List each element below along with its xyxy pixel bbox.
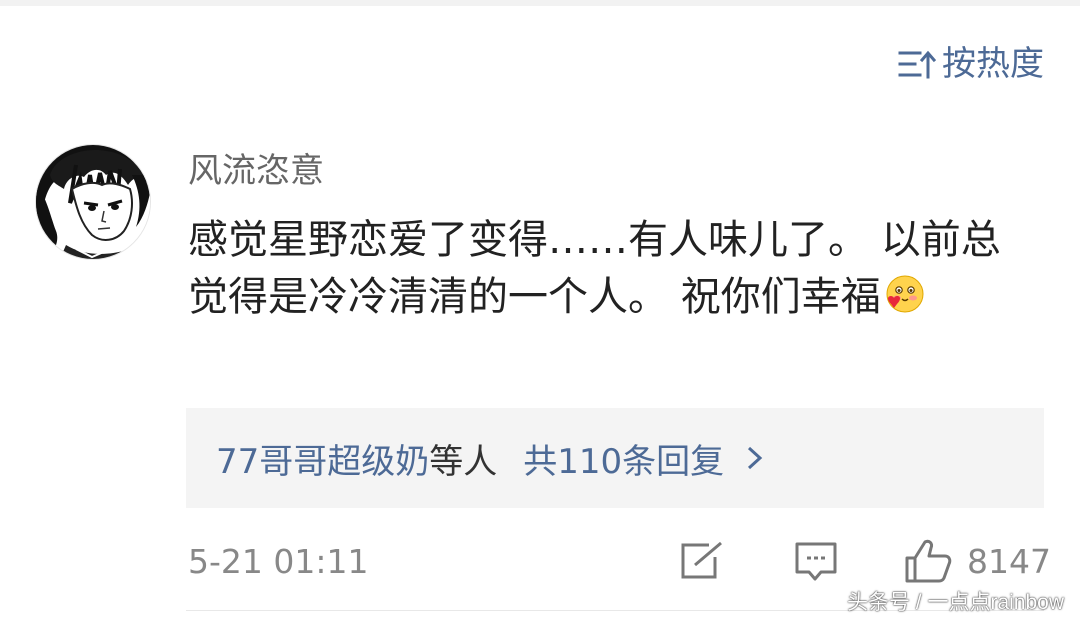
sort-by-popularity-button[interactable]: 按热度	[898, 44, 1044, 84]
reply-button[interactable]	[793, 537, 839, 585]
comment-timestamp: 5-21 01:11	[188, 542, 369, 581]
watermark: 头条号 / 一点点rainbow	[846, 591, 1064, 614]
sort-label: 按热度	[942, 44, 1044, 84]
reply-user-names: 77哥哥超级奶	[216, 441, 430, 482]
comment-text: 感觉星野恋爱了变得……有人味儿了。 以前总觉得是冷冷清清的一个人。 祝你们幸福	[188, 217, 1001, 320]
smiling-face-with-heart-emoji	[886, 275, 924, 313]
chevron-right-icon	[748, 446, 763, 470]
reply-count: 共110条回复	[523, 441, 725, 482]
replies-summary-link[interactable]: 77哥哥超级奶 等人 共110条回复	[186, 408, 1044, 508]
avatar[interactable]	[36, 145, 150, 259]
comment-author-name[interactable]: 风流恣意	[188, 149, 324, 193]
sort-icon	[898, 50, 936, 79]
comment-body: 感觉星野恋爱了变得……有人味儿了。 以前总觉得是冷冷清清的一个人。 祝你们幸福	[188, 212, 1038, 326]
reply-others-suffix: 等人	[429, 441, 498, 482]
avatar-image	[36, 145, 150, 259]
edit-icon	[681, 541, 722, 579]
repost-button[interactable]	[679, 537, 725, 585]
like-count: 8147	[967, 541, 1051, 581]
top-divider	[0, 0, 1080, 6]
thumbs-up-icon	[905, 539, 952, 583]
like-button[interactable]: 8147	[903, 537, 1051, 585]
comment-icon	[795, 542, 837, 581]
